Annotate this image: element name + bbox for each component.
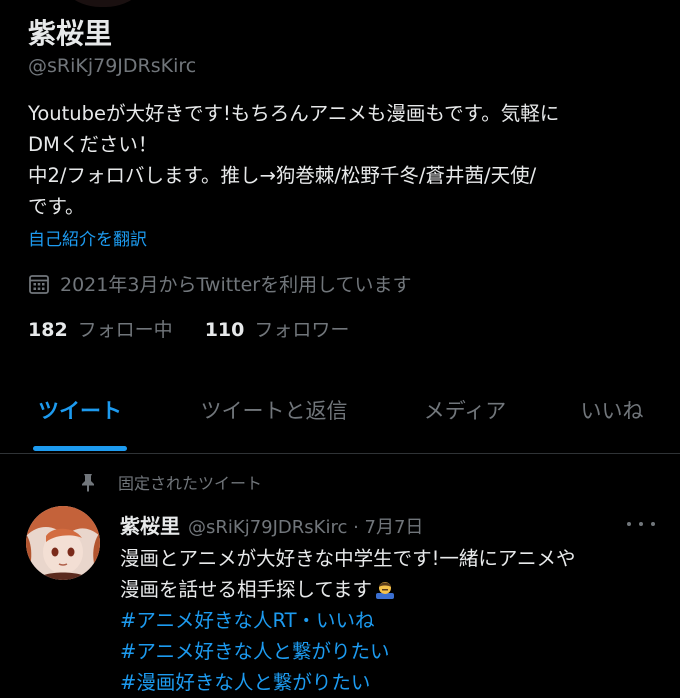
- tab-tweets-and-replies[interactable]: ツイートと返信: [180, 378, 368, 442]
- tab-tweets[interactable]: ツイート: [20, 378, 140, 442]
- followers-label: フォロワー: [254, 319, 350, 341]
- profile-display-name: 紫桜里: [28, 17, 113, 50]
- bio-line: Youtubeが大好きです!もちろんアニメも漫画もです。気軽に: [28, 102, 560, 125]
- profile-bio: Youtubeが大好きです!もちろんアニメも漫画もです。気軽に DMください！ …: [28, 98, 668, 222]
- hashtag-link[interactable]: #漫画好きな人と繋がりたい: [120, 667, 668, 698]
- hashtag-link[interactable]: #アニメ好きな人RT・いいね: [120, 605, 668, 636]
- pinned-indicator: 固定されたツイート: [78, 470, 262, 494]
- following-count: 182: [28, 319, 68, 341]
- person-bowing-emoji-icon: [374, 578, 396, 600]
- tweet-author-name[interactable]: 紫桜里: [120, 510, 180, 539]
- hashtag-link[interactable]: #アニメ好きな人と繋がりたい: [120, 636, 668, 667]
- calendar-icon: [28, 273, 50, 295]
- tweet-text-line: 漫画を話せる相手探してます: [120, 578, 372, 601]
- followers-link[interactable]: 110 フォロワー: [205, 315, 350, 342]
- following-label: フォロー中: [77, 319, 173, 341]
- bio-line: 中2/フォロバします。推し→狗巻棘/松野千冬/蒼井茜/天使/: [28, 164, 537, 187]
- tweet-author-meta: @sRiKj79JDRsKirc · 7月7日: [188, 517, 424, 538]
- more-options-icon[interactable]: [627, 516, 655, 532]
- tweet-text-line-with-emoji: 漫画を話せる相手探してます: [120, 574, 668, 605]
- tabs-divider: [0, 453, 680, 454]
- profile-avatar[interactable]: [48, 0, 158, 10]
- tweet-body: 漫画とアニメが大好きな中学生です!一緒にアニメや 漫画を話せる相手探してます #…: [120, 543, 668, 698]
- tab-media[interactable]: メディア: [405, 378, 525, 442]
- tweet-author-avatar[interactable]: [26, 506, 100, 580]
- profile-handle: @sRiKj79JDRsKirc: [28, 55, 197, 77]
- translate-bio-link[interactable]: 自己紹介を翻訳: [28, 225, 147, 250]
- pin-icon: [78, 472, 98, 492]
- profile-tabs: ツイート ツイートと返信 メディア いいね: [0, 378, 680, 454]
- pinned-label: 固定されたツイート: [118, 474, 263, 493]
- active-tab-indicator: [33, 446, 127, 451]
- tweet-header: 紫桜里 @sRiKj79JDRsKirc · 7月7日: [120, 510, 423, 539]
- bio-line: です。: [28, 195, 85, 218]
- tweet-text-line: 漫画とアニメが大好きな中学生です!一緒にアニメや: [120, 547, 576, 570]
- followers-count: 110: [204, 319, 245, 341]
- joined-text: 2021年3月からTwitterを利用しています: [60, 274, 412, 296]
- follow-stats: 182 フォロー中 110 フォロワー: [28, 315, 349, 342]
- bio-line: DMください！: [28, 133, 158, 156]
- following-link[interactable]: 182 フォロー中: [28, 315, 173, 342]
- joined-date: 2021年3月からTwitterを利用しています: [28, 270, 412, 297]
- tab-likes[interactable]: いいね: [565, 378, 659, 442]
